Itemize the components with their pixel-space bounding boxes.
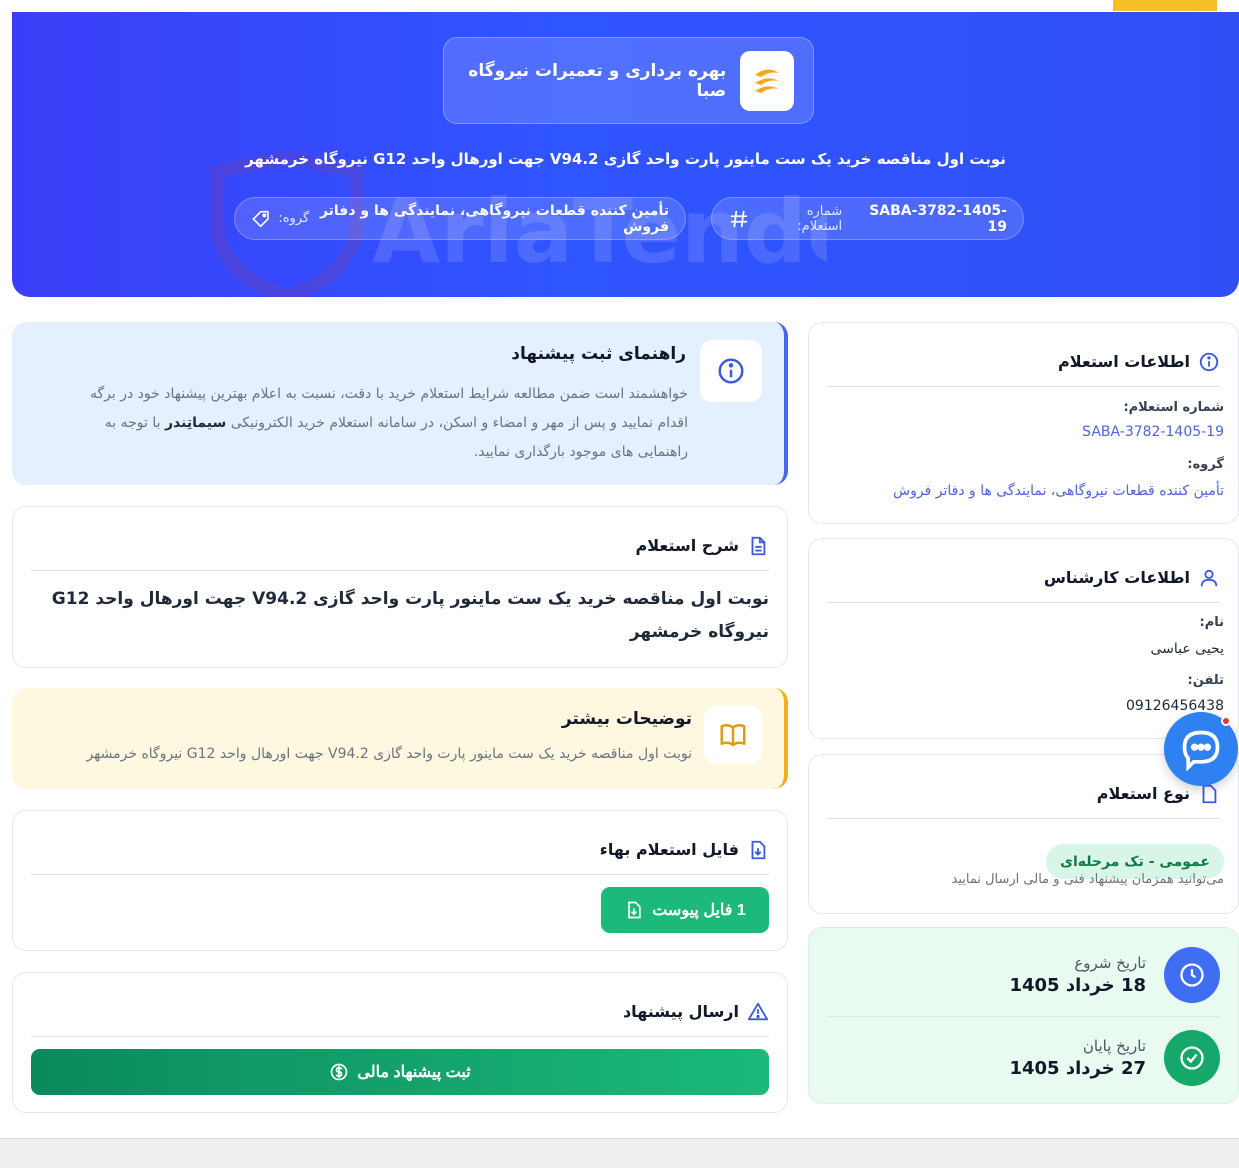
inquiry-type-header: نوع استعلام <box>827 773 1220 819</box>
end-date-label: تاریخ پایان <box>1082 1037 1146 1055</box>
end-date-text: تاریخ پایان 27 خرداد 1405 <box>1009 1037 1146 1079</box>
inquiry-group-label: گروه: <box>1187 457 1224 472</box>
brand-name: بهره برداری و تعمیرات نیروگاه صبا <box>468 60 727 101</box>
brand-logo <box>740 50 794 111</box>
guide-line-2: اقدام نمایید و پس از مهر و امضاء و اسکن،… <box>38 409 688 438</box>
price-file-title: فایل استعلام بهاء <box>599 840 739 859</box>
pill-group-value: تأمین کننده قطعات نیروگاهی، نمایندگی ها … <box>319 202 669 235</box>
start-date-label: تاریخ شروع <box>1074 954 1146 972</box>
end-date-row: تاریخ پایان 27 خرداد 1405 <box>827 1017 1220 1099</box>
send-proposal-header: ارسال پیشنهاد <box>31 991 769 1037</box>
file-download-icon <box>628 901 641 919</box>
hash-icon <box>730 210 748 227</box>
start-date-text: تاریخ شروع 18 خرداد 1405 <box>1009 954 1146 996</box>
guide-line-2b: با توجه به <box>104 415 161 431</box>
send-proposal-card: ارسال پیشنهاد ثبت پیشنهاد مالی <box>12 972 788 1113</box>
description-header: شرح استعلام <box>31 525 769 571</box>
tag-icon <box>252 210 269 227</box>
description-title: شرح استعلام <box>635 536 739 555</box>
price-file-card: فایل استعلام بهاء 1 فایل پیوست <box>12 810 788 951</box>
clock-icon <box>1180 963 1204 987</box>
pill-number-label: شماره استعلام: <box>797 203 843 234</box>
warning-triangle-icon <box>747 1002 769 1020</box>
submit-button-label: ثبت پیشنهاد مالی <box>357 1064 471 1081</box>
user-icon <box>1200 569 1218 586</box>
info-icon <box>1199 352 1219 371</box>
pill-number-value: SABA-3782-1405-19 <box>869 202 1007 235</box>
file-download-icon <box>751 840 766 859</box>
inquiry-info-title: اطلاعات استعلام <box>1058 352 1190 371</box>
hero-banner: AriaTender.net بهره برداری و تعمیرات نیر… <box>12 12 1239 297</box>
end-date-badge <box>1164 1030 1220 1086</box>
inquiry-number-pill: شماره استعلام: SABA-3782-1405-19 <box>711 197 1024 240</box>
inquiry-number-label: شماره استعلام: <box>1123 400 1224 415</box>
book-icon <box>720 724 746 747</box>
guide-brand-name: سیماتِندر <box>165 415 227 431</box>
start-date-badge <box>1164 947 1220 1003</box>
attachment-button[interactable]: 1 فایل پیوست <box>601 887 769 933</box>
hero-title: نوبت اول مناقصه خرید یک ست ماینور پارت و… <box>245 150 1006 168</box>
inquiry-info-header: اطلاعات استعلام <box>827 341 1220 387</box>
inquiry-type-note: می‌توانید همزمان پیشنهاد فنی و مالی ارسا… <box>951 872 1224 887</box>
inquiry-group-pill: گروه: تأمین کننده قطعات نیروگاهی، نمایند… <box>234 197 686 240</box>
brand-logo-icon <box>755 68 780 93</box>
more-info-title: توضیحات بیشتر <box>561 709 692 729</box>
price-file-header: فایل استعلام بهاء <box>31 829 769 875</box>
description-text: نوبت اول مناقصه خرید یک ست ماینور پارت و… <box>51 589 769 642</box>
inquiry-group-value[interactable]: تأمین کننده قطعات نیروگاهی، نمایندگی ها … <box>893 483 1224 499</box>
dates-card: تاریخ شروع 18 خرداد 1405 تاریخ پایان 27 … <box>808 927 1239 1104</box>
guide-line-3: راهنمایی های موجود بارگذاری نمایید. <box>473 444 688 460</box>
expert-phone-value[interactable]: 09126456438 <box>1126 698 1224 714</box>
more-icon-box <box>704 706 762 764</box>
brand-card[interactable]: بهره برداری و تعمیرات نیروگاه صبا <box>443 37 814 124</box>
submit-financial-proposal-button[interactable]: ثبت پیشنهاد مالی <box>31 1049 769 1095</box>
footer-strip <box>0 1138 1239 1168</box>
pill-group-label: گروه: <box>278 211 310 226</box>
expert-phone-label: تلفن: <box>1187 673 1224 688</box>
expert-name-value: یحیی عباسی <box>1150 641 1224 657</box>
more-info-card: توضیحات بیشتر نوبت اول مناقصه خرید یک ست… <box>12 688 788 789</box>
guide-line-1: خواهشمند است ضمن مطالعه شرایط استعلام خر… <box>89 386 688 402</box>
attachment-button-label: 1 فایل پیوست <box>652 902 746 919</box>
submission-guide-card: راهنمای ثبت پیشنهاد خواهشمند است ضمن مطا… <box>12 322 788 485</box>
dollar-icon <box>331 1063 348 1081</box>
inquiry-type-card: نوع استعلام عمومی - تک مرحله‌ای می‌توانی… <box>808 754 1239 914</box>
expert-info-header: اطلاعات کارشناس <box>827 557 1220 603</box>
expert-info-card: اطلاعات کارشناس نام: یحیی عباسی تلفن: 09… <box>808 538 1239 739</box>
description-card: شرح استعلام نوبت اول مناقصه خرید یک ست م… <box>12 506 788 668</box>
guide-body: خواهشمند است ضمن مطالعه شرایط استعلام خر… <box>38 380 688 467</box>
end-date-value: 27 خرداد 1405 <box>1009 1058 1146 1079</box>
send-proposal-title: ارسال پیشنهاد <box>622 1002 739 1021</box>
top-tab-indicator[interactable] <box>1113 0 1217 11</box>
guide-icon-box <box>700 340 762 402</box>
start-date-row: تاریخ شروع 18 خرداد 1405 <box>827 934 1220 1016</box>
start-date-value: 18 خرداد 1405 <box>1009 975 1146 996</box>
chat-icon <box>1182 730 1220 771</box>
info-icon <box>718 358 744 384</box>
check-circle-icon <box>1180 1046 1204 1070</box>
more-info-text: نوبت اول مناقصه خرید یک ست ماینور پارت و… <box>86 746 692 762</box>
page: AriaTender.net بهره برداری و تعمیرات نیر… <box>0 0 1239 1140</box>
inquiry-number-value[interactable]: SABA-3782-1405-19 <box>1082 424 1224 440</box>
document-icon <box>751 536 766 555</box>
inquiry-info-card: اطلاعات استعلام شماره استعلام: SABA-3782… <box>808 322 1239 524</box>
inquiry-type-title: نوع استعلام <box>1096 784 1190 803</box>
expert-name-label: نام: <box>1199 615 1225 630</box>
guide-title: راهنمای ثبت پیشنهاد <box>511 344 686 364</box>
guide-line-2a: اقدام نمایید و پس از مهر و امضاء و اسکن،… <box>230 415 688 431</box>
chat-notification-dot <box>1221 716 1231 726</box>
expert-info-title: اطلاعات کارشناس <box>1043 568 1190 587</box>
